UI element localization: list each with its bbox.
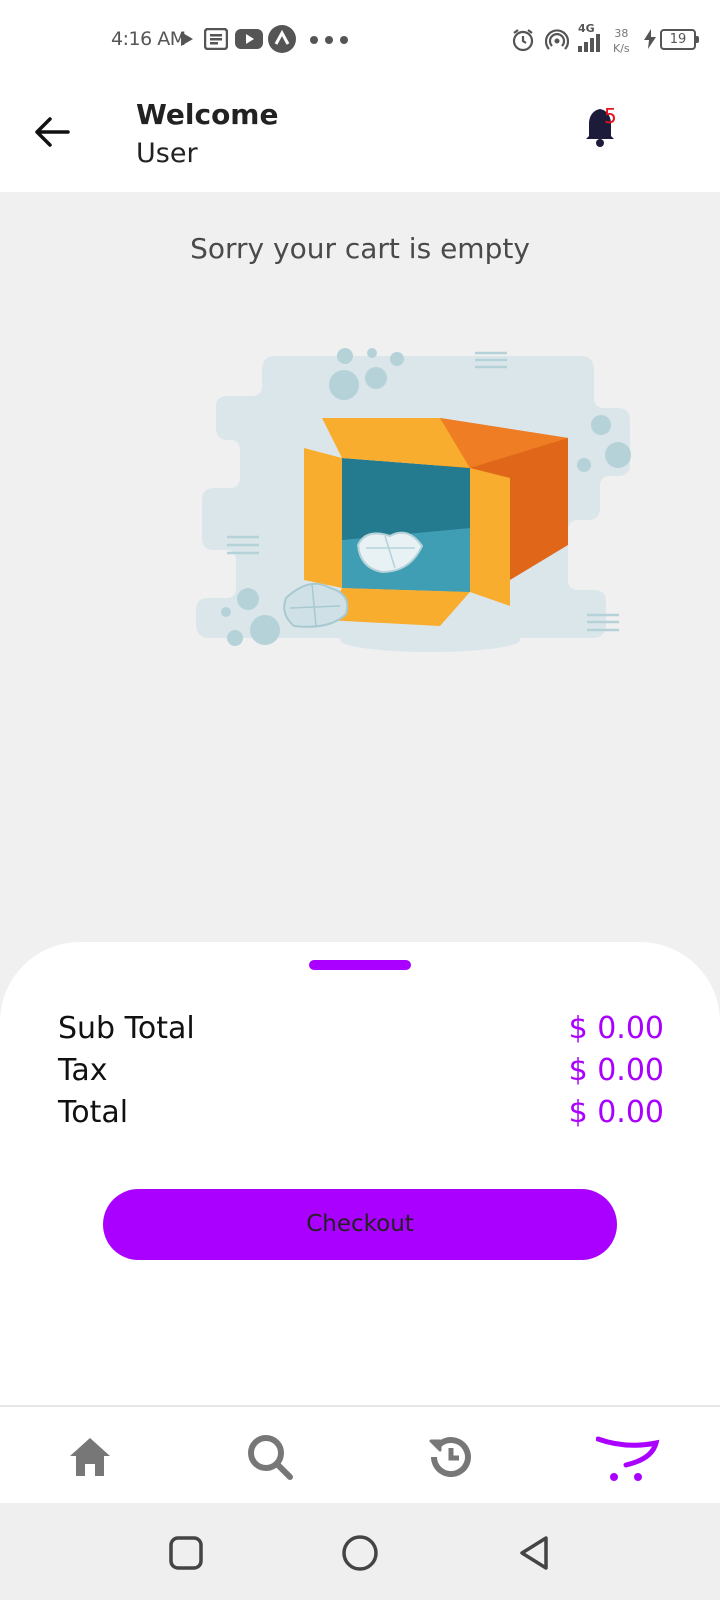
total-label: Total	[58, 1095, 129, 1130]
charging-icon	[644, 29, 656, 49]
alarm-icon	[512, 29, 534, 52]
subtotal-label: Sub Total	[58, 1011, 195, 1046]
app-icon	[268, 25, 296, 53]
status-bar: 4:16 AM 4G 38 K/s 19	[0, 0, 720, 80]
empty-cart-message: Sorry your cart is empty	[190, 232, 530, 265]
home-icon[interactable]	[62, 1429, 118, 1485]
hotspot-icon	[545, 29, 569, 50]
more-dots-icon	[310, 36, 348, 44]
system-navigation-bar	[0, 1503, 720, 1600]
subtotal-value: $ 0.00	[568, 1011, 664, 1046]
youtube-icon	[235, 29, 263, 49]
total-value: $ 0.00	[568, 1095, 664, 1130]
user-name: User	[136, 138, 198, 169]
network-speed: 38 K/s	[613, 27, 630, 55]
news-icon	[204, 28, 228, 50]
app-header: Welcome User 5	[0, 80, 720, 192]
play-icon	[181, 32, 193, 46]
home-button-icon[interactable]	[340, 1533, 380, 1573]
page-title: Welcome	[136, 98, 279, 131]
cart-icon[interactable]	[596, 1429, 666, 1485]
tax-label: Tax	[58, 1053, 108, 1088]
history-icon[interactable]	[422, 1429, 478, 1485]
empty-box-illustration	[196, 348, 631, 652]
notification-badge: 5	[604, 104, 617, 128]
recents-icon[interactable]	[166, 1533, 206, 1573]
bell-icon[interactable]	[575, 100, 625, 150]
drag-handle[interactable]	[309, 960, 411, 970]
battery-icon: 19	[660, 29, 699, 50]
tax-value: $ 0.00	[568, 1053, 664, 1088]
signal-icon	[578, 34, 600, 52]
cart-summary-sheet: Sub Total $ 0.00 Tax $ 0.00 Total $ 0.00…	[0, 942, 720, 1405]
back-triangle-icon[interactable]	[514, 1533, 554, 1573]
checkout-button[interactable]: Checkout	[103, 1189, 617, 1260]
bottom-navigation	[0, 1405, 720, 1503]
back-arrow-icon[interactable]	[30, 110, 74, 154]
search-icon[interactable]	[242, 1429, 298, 1485]
status-time: 4:16 AM	[111, 28, 186, 50]
